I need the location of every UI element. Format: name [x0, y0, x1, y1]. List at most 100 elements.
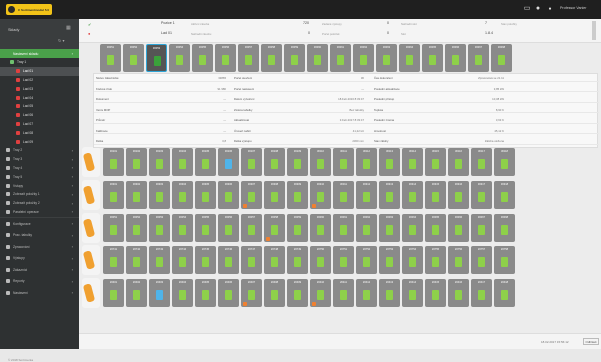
- storage-slot[interactable]: 30308: [264, 181, 285, 209]
- storage-slot[interactable]: 20745: [195, 246, 216, 274]
- sidebar-item-10[interactable]: Lad 09: [0, 137, 79, 146]
- help-icon[interactable]: ●: [534, 5, 542, 13]
- storage-slot[interactable]: 20410: [310, 279, 331, 307]
- storage-slot[interactable]: 20754: [402, 246, 423, 274]
- sidebar-item-16[interactable]: Zobrazit položky 1 ›: [0, 190, 79, 199]
- storage-slot[interactable]: 30053: [149, 214, 170, 242]
- storage-slot[interactable]: 20411: [333, 279, 354, 307]
- sidebar-item-7[interactable]: Lad 06: [0, 111, 79, 120]
- storage-slot[interactable]: 20409: [287, 279, 308, 307]
- sidebar-item-0[interactable]: Nastavení skladu ›: [0, 49, 79, 58]
- storage-slot[interactable]: 20749: [287, 246, 308, 274]
- storage-slot[interactable]: 20743: [149, 246, 170, 274]
- storage-slot[interactable]: 30056: [215, 44, 236, 72]
- storage-slot[interactable]: 30315: [425, 181, 446, 209]
- storage-slot[interactable]: 30063: [379, 214, 400, 242]
- storage-slot[interactable]: 30060: [307, 44, 328, 72]
- user-icon[interactable]: ●: [546, 5, 554, 13]
- storage-slot[interactable]: 30068: [494, 214, 515, 242]
- storage-slot[interactable]: 30317: [471, 181, 492, 209]
- storage-slot[interactable]: 20751: [333, 246, 354, 274]
- storage-slot[interactable]: 30309: [287, 181, 308, 209]
- storage-slot[interactable]: 30051: [100, 44, 121, 72]
- storage-slot[interactable]: 30064: [402, 214, 423, 242]
- monitor-icon[interactable]: ▭: [523, 5, 531, 13]
- header-scrollbar[interactable]: [592, 21, 596, 40]
- storage-slot[interactable]: 20756: [448, 246, 469, 274]
- storage-slot[interactable]: 30108: [264, 148, 285, 176]
- storage-slot[interactable]: 30313: [379, 181, 400, 209]
- storage-slot[interactable]: 20741: [103, 246, 124, 274]
- storage-slot[interactable]: 30111: [333, 148, 354, 176]
- storage-slot[interactable]: 30112: [356, 148, 377, 176]
- sidebar-item-20[interactable]: Prac. tabulky ›: [0, 231, 79, 240]
- storage-slot[interactable]: 20402: [126, 279, 147, 307]
- storage-slot[interactable]: 30051: [103, 214, 124, 242]
- storage-slot[interactable]: 30052: [123, 44, 144, 72]
- gripper-tool-icon[interactable]: [82, 213, 100, 243]
- sidebar-item-5[interactable]: Lad 04: [0, 93, 79, 102]
- storage-slot[interactable]: 30303: [149, 181, 170, 209]
- sidebar-item-23[interactable]: Zákazníci ›: [0, 265, 79, 274]
- storage-slot[interactable]: 30116: [448, 148, 469, 176]
- gripper-tool-icon[interactable]: [82, 245, 100, 275]
- storage-slot[interactable]: 30059: [287, 214, 308, 242]
- storage-slot[interactable]: 30066: [448, 214, 469, 242]
- storage-slot[interactable]: 30117: [471, 148, 492, 176]
- storage-slot[interactable]: 30306: [218, 181, 239, 209]
- storage-slot[interactable]: 30054: [169, 44, 190, 72]
- storage-slot[interactable]: 20747: [241, 246, 262, 274]
- storage-slot[interactable]: 30304: [172, 181, 193, 209]
- storage-slot[interactable]: 30118: [494, 148, 515, 176]
- storage-slot[interactable]: 20414: [402, 279, 423, 307]
- storage-slot[interactable]: 30065: [422, 44, 443, 72]
- sidebar-item-8[interactable]: Lad 07: [0, 119, 79, 128]
- storage-slot[interactable]: 30312: [356, 181, 377, 209]
- storage-slot[interactable]: 30064: [399, 44, 420, 72]
- storage-slot[interactable]: 30063: [376, 44, 397, 72]
- sidebar-item-18[interactable]: Paralelní operace ›: [0, 207, 79, 216]
- storage-slot[interactable]: 20748: [264, 246, 285, 274]
- sidebar-item-22[interactable]: Výstupy ›: [0, 254, 79, 263]
- storage-slot[interactable]: 30318: [494, 181, 515, 209]
- storage-slot[interactable]: 30052: [126, 214, 147, 242]
- storage-slot[interactable]: 20750: [310, 246, 331, 274]
- storage-slot[interactable]: 30105: [195, 148, 216, 176]
- storage-slot[interactable]: 30053: [146, 44, 167, 72]
- sidebar-item-14[interactable]: Tray 5 ›: [0, 172, 79, 181]
- storage-slot[interactable]: 30066: [445, 44, 466, 72]
- storage-slot[interactable]: 20416: [448, 279, 469, 307]
- storage-slot[interactable]: 30057: [241, 214, 262, 242]
- sidebar-item-13[interactable]: Tray 4 ›: [0, 163, 79, 172]
- storage-slot[interactable]: 30114: [402, 148, 423, 176]
- storage-slot[interactable]: 20755: [425, 246, 446, 274]
- user-name[interactable]: Professor Vanier: [560, 6, 587, 10]
- storage-slot[interactable]: 30060: [310, 214, 331, 242]
- storage-slot[interactable]: 30305: [195, 181, 216, 209]
- sidebar-item-3[interactable]: Lad 02: [0, 75, 79, 84]
- storage-slot[interactable]: 30109: [287, 148, 308, 176]
- storage-slot[interactable]: 30316: [448, 181, 469, 209]
- storage-slot[interactable]: 30310: [310, 181, 331, 209]
- logout-button[interactable]: Odhlásit: [583, 338, 599, 345]
- storage-slot[interactable]: 20404: [172, 279, 193, 307]
- storage-slot[interactable]: 30314: [402, 181, 423, 209]
- storage-slot[interactable]: 20758: [494, 246, 515, 274]
- storage-slot[interactable]: 20757: [471, 246, 492, 274]
- storage-slot[interactable]: 30302: [126, 181, 147, 209]
- storage-slot[interactable]: 20746: [218, 246, 239, 274]
- sidebar-item-1[interactable]: Tray 1: [0, 58, 79, 67]
- storage-slot[interactable]: 20401: [103, 279, 124, 307]
- storage-slot[interactable]: 20408: [264, 279, 285, 307]
- storage-slot[interactable]: 30103: [149, 148, 170, 176]
- storage-slot[interactable]: 30067: [471, 214, 492, 242]
- gripper-tool-icon[interactable]: [82, 180, 100, 210]
- sidebar-item-12[interactable]: Tray 3 ›: [0, 155, 79, 164]
- refresh-icon[interactable]: ↻ ▾: [58, 38, 64, 43]
- storage-slot[interactable]: 30056: [218, 214, 239, 242]
- storage-slot[interactable]: 30307: [241, 181, 262, 209]
- storage-slot[interactable]: 20413: [379, 279, 400, 307]
- sidebar-item-2[interactable]: Lad 01: [0, 66, 79, 76]
- sidebar-item-21[interactable]: Zpracování ›: [0, 242, 79, 251]
- grid-icon[interactable]: ▦: [66, 25, 71, 31]
